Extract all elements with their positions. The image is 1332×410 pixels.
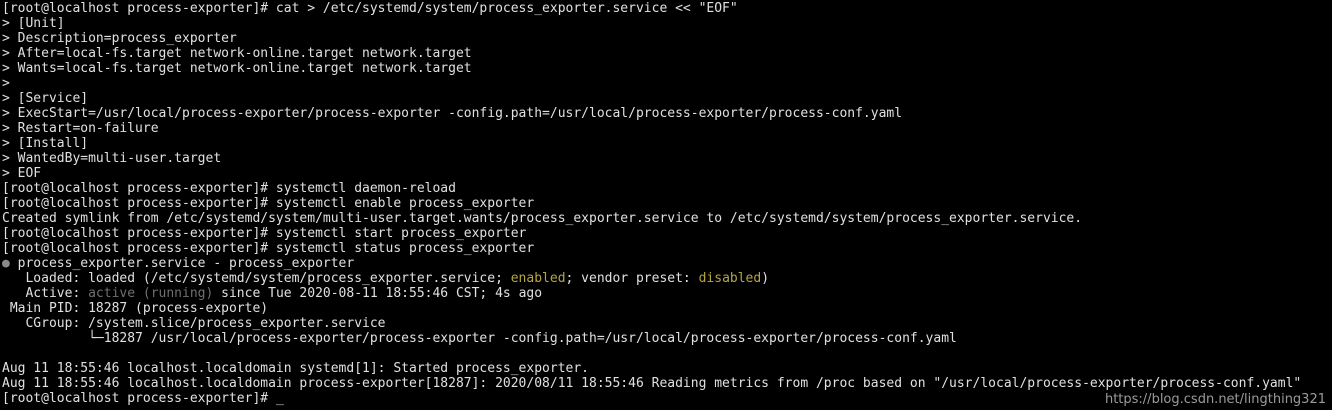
terminal-line: > WantedBy=multi-user.target — [2, 151, 222, 166]
terminal-line: > EOF — [2, 166, 42, 181]
status-title-line: ● process_exporter.service - process_exp… — [2, 256, 1332, 271]
text-cursor[interactable]: _ — [276, 391, 284, 406]
terminal-line: [root@localhost process-exporter]# syste… — [2, 196, 535, 211]
loaded-enabled-state: enabled — [510, 271, 566, 286]
terminal-line: > [Service] — [2, 91, 89, 106]
status-active-line: Active: active (running) since Tue 2020-… — [2, 286, 1332, 301]
status-cgroup-child-line: └─18287 /usr/local/process-exporter/proc… — [2, 331, 957, 346]
terminal-line: [root@localhost process-exporter]# syste… — [2, 241, 535, 256]
active-state: active (running) — [88, 286, 214, 301]
terminal-line: > — [2, 76, 10, 91]
loaded-preset-state: disabled — [698, 271, 762, 286]
terminal-line: [root@localhost process-exporter]# cat >… — [2, 1, 738, 16]
shell-prompt: [root@localhost process-exporter]# — [2, 391, 276, 406]
status-title: process_exporter.service - process_expor… — [9, 256, 355, 271]
terminal-line: [root@localhost process-exporter]# syste… — [2, 181, 456, 196]
log-line: Aug 11 18:55:46 localhost.localdomain sy… — [2, 361, 589, 376]
watermark-text: https://blog.csdn.net/lingthing321 — [1104, 392, 1326, 407]
status-main-pid-line: Main PID: 18287 (process-exporte) — [2, 301, 269, 316]
loaded-mid: ; vendor preset: — [565, 271, 699, 286]
status-bullet-icon: ● — [2, 256, 10, 271]
terminal-line: Created symlink from /etc/systemd/system… — [2, 211, 1083, 226]
terminal-line: [root@localhost process-exporter]# syste… — [2, 226, 527, 241]
terminal-line: > After=local-fs.target network-online.t… — [2, 46, 472, 61]
status-cgroup-line: CGroup: /system.slice/process_exporter.s… — [2, 316, 386, 331]
terminal-window[interactable]: [root@localhost process-exporter]# cat >… — [0, 0, 1332, 410]
terminal-line: > [Install] — [2, 136, 89, 151]
log-line: Aug 11 18:55:46 localhost.localdomain pr… — [2, 376, 1302, 391]
active-prefix: Active: — [2, 286, 89, 301]
loaded-suffix: ) — [761, 271, 770, 286]
terminal-line: > Wants=local-fs.target network-online.t… — [2, 61, 472, 76]
terminal-line: > ExecStart=/usr/local/process-exporter/… — [2, 106, 903, 121]
terminal-line: > Restart=on-failure — [2, 121, 159, 136]
active-suffix: since Tue 2020-08-11 18:55:46 CST; 4s ag… — [213, 286, 543, 301]
loaded-prefix: Loaded: loaded (/etc/systemd/system/proc… — [2, 271, 511, 286]
terminal-line: > [Unit] — [2, 16, 65, 31]
terminal-line: > Description=process_exporter — [2, 31, 237, 46]
status-loaded-line: Loaded: loaded (/etc/systemd/system/proc… — [2, 271, 1332, 286]
